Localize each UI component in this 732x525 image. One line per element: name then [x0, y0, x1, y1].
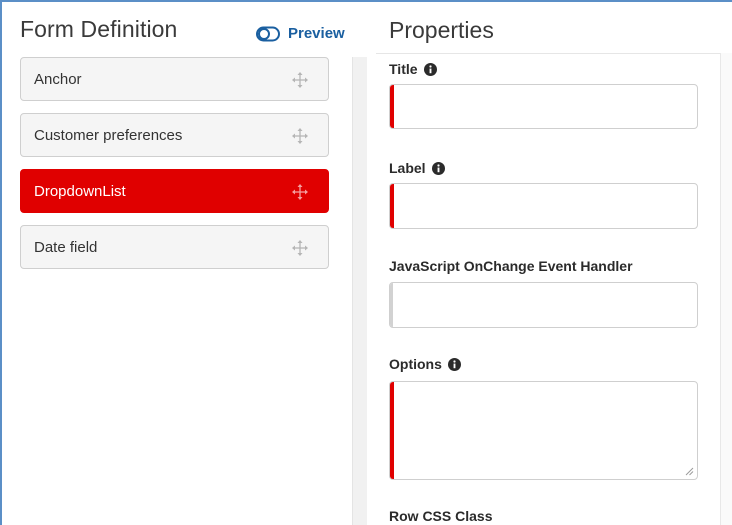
- info-icon[interactable]: [447, 357, 461, 371]
- toggle-icon: [256, 26, 280, 41]
- onchange-label: JavaScript OnChange Event Handler: [389, 258, 633, 274]
- window-frame-top: [0, 0, 732, 2]
- label-label-text: Label: [389, 160, 426, 176]
- preview-label: Preview: [288, 25, 345, 42]
- properties-title: Properties: [389, 17, 494, 43]
- field-item-label: Date field: [34, 238, 98, 256]
- properties-divider: [376, 53, 732, 54]
- move-icon[interactable]: [292, 128, 308, 144]
- onchange-label-text: JavaScript OnChange Event Handler: [389, 258, 633, 274]
- title-label: Title: [389, 61, 437, 77]
- preview-toggle[interactable]: Preview: [256, 25, 345, 42]
- field-item-anchor[interactable]: Anchor: [20, 57, 329, 101]
- options-label: Options: [389, 356, 461, 372]
- row-css-label: Row CSS Class: [389, 508, 492, 524]
- panel-scrollbar[interactable]: [352, 57, 367, 525]
- label-label: Label: [389, 160, 445, 176]
- info-icon[interactable]: [431, 161, 445, 175]
- label-input[interactable]: [389, 183, 698, 229]
- move-icon[interactable]: [292, 184, 308, 200]
- field-item-label: Anchor: [34, 70, 82, 88]
- field-list: Anchor Customer preferences DropdownList: [20, 57, 329, 281]
- field-item-dropdownlist[interactable]: DropdownList: [20, 169, 329, 213]
- move-icon[interactable]: [292, 240, 308, 256]
- onchange-input[interactable]: [389, 282, 698, 328]
- field-item-customer-preferences[interactable]: Customer preferences: [20, 113, 329, 157]
- options-label-text: Options: [389, 356, 442, 372]
- properties-scrollbar[interactable]: [720, 53, 732, 525]
- field-item-date-field[interactable]: Date field: [20, 225, 329, 269]
- window-frame-left: [0, 0, 2, 525]
- info-icon[interactable]: [423, 62, 437, 76]
- row-css-label-text: Row CSS Class: [389, 508, 493, 524]
- title-input[interactable]: [389, 84, 698, 129]
- resize-grip-icon[interactable]: [684, 466, 694, 476]
- field-item-label: DropdownList: [34, 182, 126, 200]
- move-icon[interactable]: [292, 72, 308, 88]
- form-definition-title: Form Definition: [20, 16, 178, 42]
- options-textarea[interactable]: [389, 381, 698, 480]
- title-label-text: Title: [389, 61, 418, 77]
- field-item-label: Customer preferences: [34, 126, 183, 144]
